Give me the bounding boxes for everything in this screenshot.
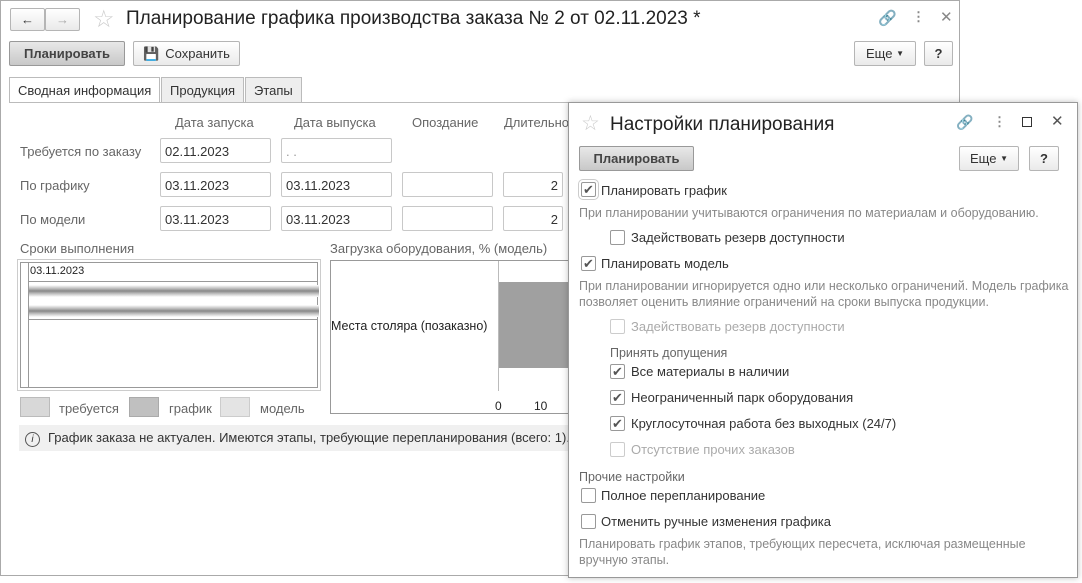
load-category: Места столяра (позаказно) [331,319,488,333]
info-text: График заказа не актуален. Имеются этапы… [48,430,570,445]
reserve-checkbox[interactable] [610,230,625,245]
arrow-right-icon: → [56,12,69,27]
timeline-gantt[interactable]: 03.11.2023 [17,259,321,391]
dialog-help-button[interactable]: ? [1029,146,1059,171]
assumptions-title: Принять допущения [610,346,728,360]
col-end: Дата выпуска [294,115,376,130]
load-bar [499,282,579,368]
all-materials-label: Все материалы в наличии [631,364,790,379]
unlimited-equipment-label: Неограниченный парк оборудования [631,390,854,405]
timeline-title: Сроки выполнения [20,241,135,256]
info-bar: i График заказа не актуален. Имеются этап… [19,425,579,451]
more-button[interactable]: Еще ▼ [854,41,916,66]
plan-schedule-checkbox[interactable]: ✔ [578,179,599,200]
floppy-icon: 💾 [143,45,160,61]
load-chart: Места столяра (позаказно) 0 10 [330,260,580,414]
caret-down-icon: ▼ [1000,154,1008,163]
help-button[interactable]: ? [924,41,953,66]
plan-model-label: Планировать модель [601,256,729,271]
full-replan-label: Полное перепланирование [601,488,766,503]
plan-model-checkbox[interactable]: ✔ [581,256,596,271]
unlimited-equipment-checkbox[interactable]: ✔ [610,390,625,405]
schedule-bar [29,285,319,297]
plan-model-note: При планировании игнорируется одно или н… [579,279,1069,309]
timeline-date: 03.11.2023 [30,265,85,277]
schedule-duration-field[interactable]: 2 [503,172,563,197]
legend-model: модель [260,401,305,416]
more-label: Еще [866,46,893,61]
col-duration: Длительно [504,115,570,130]
close-icon[interactable]: ✕ [1051,112,1064,130]
save-button[interactable]: 💾 Сохранить [133,41,240,66]
dialog-more-button[interactable]: Еще ▼ [959,146,1019,171]
tab-summary[interactable]: Сводная информация [9,77,161,103]
other-settings-title: Прочие настройки [579,470,685,484]
required-end-field[interactable]: . . [281,138,392,163]
load-chart-title: Загрузка оборудования, % (модель) [330,241,548,256]
no-other-orders-checkbox[interactable] [610,442,625,457]
no-other-orders-label: Отсутствие прочих заказов [631,442,795,457]
tick-label: 10 [534,399,548,413]
round-the-clock-checkbox[interactable]: ✔ [610,416,625,431]
legend-schedule: график [169,401,212,416]
link-icon[interactable]: 🔗 [956,114,973,131]
tab-stages[interactable]: Этапы [245,77,302,103]
maximize-icon[interactable] [1022,117,1032,127]
plan-button[interactable]: Планировать [9,41,125,66]
link-icon[interactable]: 🔗 [878,9,897,27]
arrow-left-icon: ← [21,12,34,27]
required-start-field[interactable]: 02.11.2023 [160,138,271,163]
star-icon[interactable]: ☆ [581,111,600,136]
model-duration-field[interactable]: 2 [503,206,563,231]
tab-products[interactable]: Продукция [161,77,245,103]
reserve-label: Задействовать резерв доступности [631,230,845,245]
schedule-start-field[interactable]: 03.11.2023 [160,172,271,197]
model-delay-field[interactable] [402,206,493,231]
plan-schedule-label: Планировать график [601,183,727,198]
all-materials-checkbox[interactable]: ✔ [610,364,625,379]
plan-schedule-note: При планировании учитываются ограничения… [579,206,1039,220]
legend-swatch-required [20,397,50,417]
model-end-field[interactable]: 03.11.2023 [281,206,392,231]
dialog-plan-button[interactable]: Планировать [579,146,694,171]
close-icon[interactable]: ✕ [940,8,953,26]
tick-label: 0 [495,399,502,413]
reserve-model-label: Задействовать резерв доступности [631,319,845,334]
window-title: Планирование графика производства заказа… [126,8,701,29]
more-label: Еще [970,151,997,166]
cancel-manual-note: Планировать график этапов, требующих пер… [579,537,1026,567]
cancel-manual-checkbox[interactable] [581,514,596,529]
model-start-field[interactable]: 03.11.2023 [160,206,271,231]
schedule-end-field[interactable]: 03.11.2023 [281,172,392,197]
legend-swatch-schedule [129,397,159,417]
col-start: Дата запуска [175,115,254,130]
more-vert-icon[interactable]: ⋮ [993,114,1006,130]
reserve-model-checkbox[interactable] [610,319,625,334]
legend-required: требуется [59,401,119,416]
legend-swatch-model [220,397,250,417]
back-button[interactable]: ← [10,8,45,31]
info-icon: i [25,432,40,447]
dialog-title: Настройки планирования [610,114,835,135]
model-bar [29,305,319,317]
save-label: Сохранить [165,46,230,61]
planning-settings-dialog: ☆ Настройки планирования 🔗 ⋮ ✕ Планирова… [568,102,1078,578]
round-the-clock-label: Круглосуточная работа без выходных (24/7… [631,416,897,431]
caret-down-icon: ▼ [896,49,904,58]
more-vert-icon[interactable]: ⋮ [912,9,925,25]
full-replan-checkbox[interactable] [581,488,596,503]
forward-button[interactable]: → [45,8,80,31]
star-icon[interactable]: ☆ [93,5,115,34]
schedule-delay-field[interactable] [402,172,493,197]
row-label: По графику [20,178,90,193]
row-label: По модели [20,212,86,227]
row-label: Требуется по заказу [20,144,142,159]
cancel-manual-label: Отменить ручные изменения графика [601,514,831,529]
col-delay: Опоздание [412,115,479,130]
